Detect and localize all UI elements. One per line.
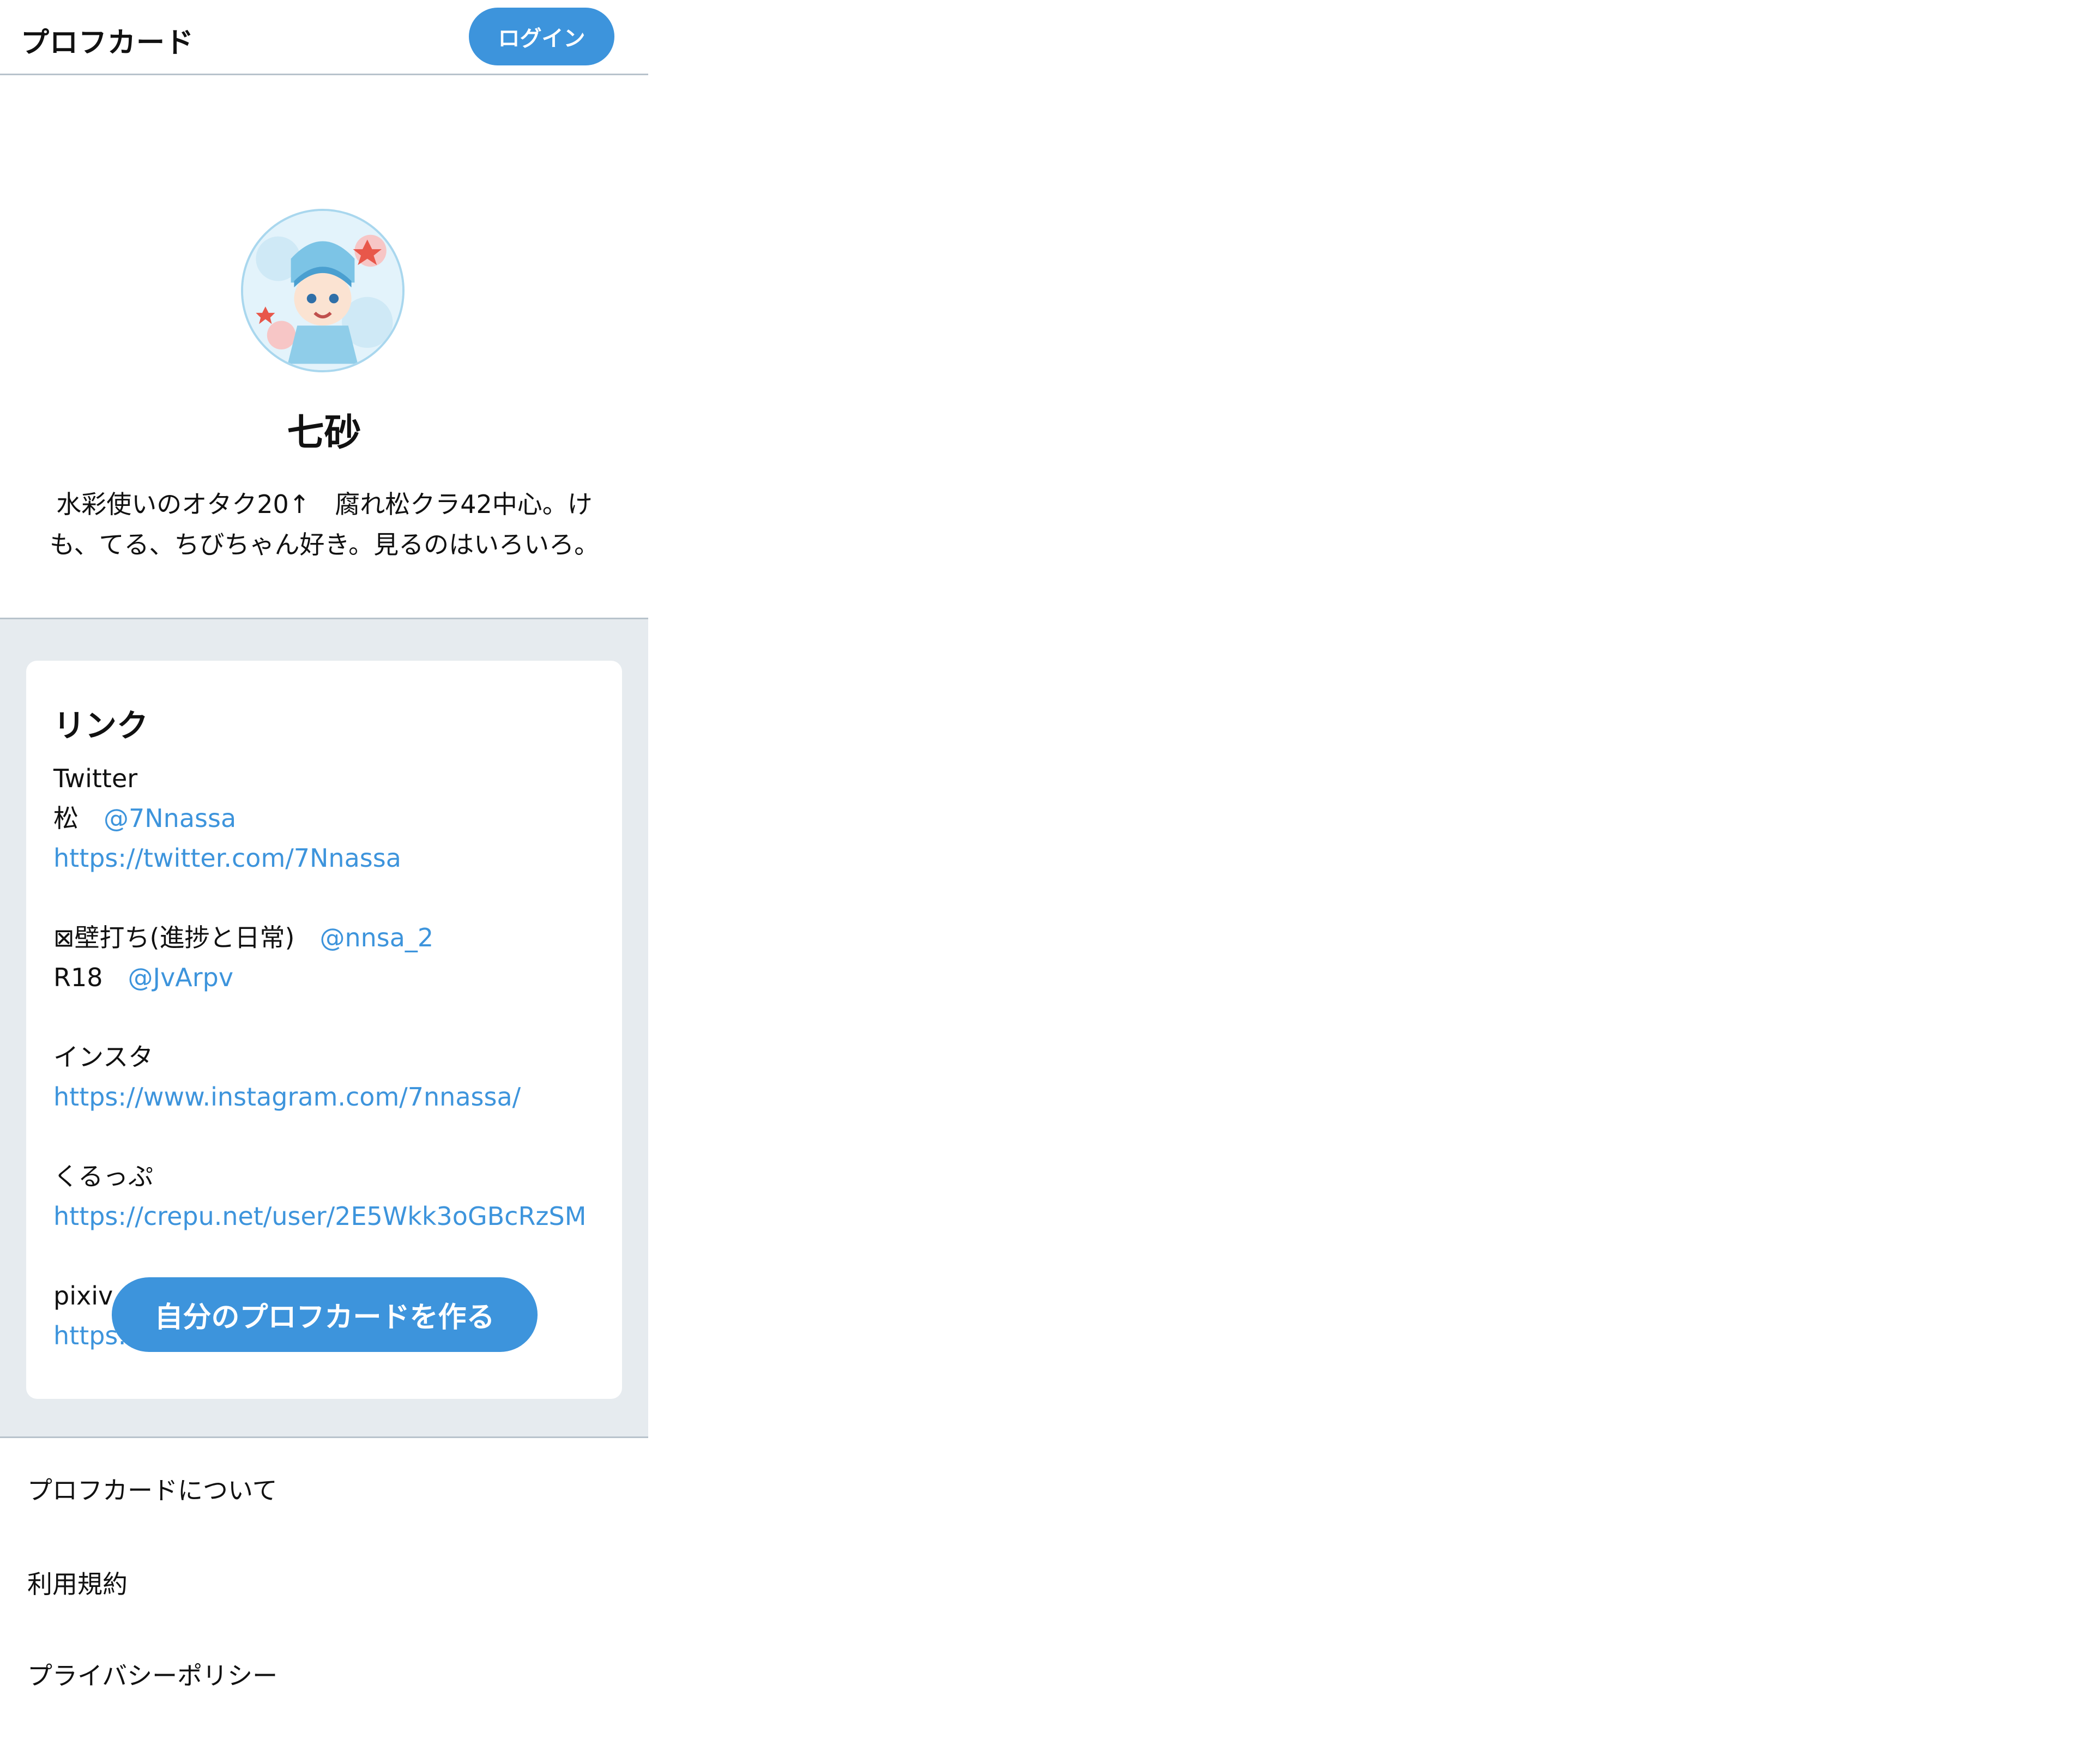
matsu-line: 松 @7Nnassa — [53, 799, 610, 838]
twitter-url-line: https://twitter.com/7Nnassa — [53, 838, 610, 878]
kabe-line: ⊠壁打ち(進捗と日常) @nnsa_2 — [53, 918, 610, 958]
bio-line: 水彩使いのオタク20↑ 腐れ松クラ42中心。け — [56, 490, 593, 519]
matsu-label: 松 — [53, 804, 79, 833]
profile-bio: 水彩使いのオタク20↑ 腐れ松クラ42中心。け も、てる、ちびちゃん好き。見るの… — [27, 484, 621, 565]
crepu-url-line: https://crepu.net/user/2E5Wkk3oGBcRzSM — [53, 1197, 610, 1236]
crepu-url-link[interactable]: https://crepu.net/user/2E5Wkk3oGBcRzSM — [53, 1202, 586, 1231]
profile-section: 七砂 水彩使いのオタク20↑ 腐れ松クラ42中心。け も、てる、ちびちゃん好き。… — [0, 75, 648, 619]
footer-link-privacy[interactable]: プライバシーポリシー — [27, 1656, 277, 1692]
twitter-label: Twitter — [53, 764, 138, 793]
kabe-label: ⊠壁打ち(進捗と日常) — [53, 923, 295, 952]
footer: プロフカードについて 利用規約 プライバシーポリシー — [0, 1438, 648, 1711]
profile-name: 七砂 — [287, 412, 361, 455]
insta-label: インスタ — [53, 1042, 154, 1072]
crepu-label: くるっぷ — [53, 1162, 154, 1191]
avatar-illustration — [243, 211, 402, 370]
avatar — [241, 209, 405, 372]
r18-line: R18 @JvArpv — [53, 958, 610, 998]
links-body: Twitter 松 @7Nnassa https://twitter.com/7N… — [53, 759, 610, 1356]
r18-label: R18 — [53, 963, 103, 992]
make-card-button[interactable]: 自分のプロフカードを作る — [112, 1277, 538, 1352]
app-header: プロフカード ログイン — [0, 0, 648, 75]
app-title[interactable]: プロフカード — [21, 20, 194, 61]
insta-url-link[interactable]: https://www.instagram.com/7nnassa/ — [53, 1082, 521, 1112]
r18-handle-link[interactable]: @JvArpv — [128, 963, 234, 992]
links-heading: リンク — [53, 707, 149, 744]
page: プロフカード ログイン 七砂 水彩使いのオタク20↑ 腐れ松クラ42中心。け も… — [0, 0, 648, 1763]
footer-link-about[interactable]: プロフカードについて — [27, 1471, 277, 1507]
insta-url-line: https://www.instagram.com/7nnassa/ — [53, 1077, 610, 1117]
kabe-handle-link[interactable]: @nnsa_2 — [319, 923, 433, 952]
bio-line: も、てる、ちびちゃん好き。見るのはいろいろ。 — [49, 530, 600, 559]
footer-link-terms[interactable]: 利用規約 — [27, 1565, 128, 1601]
matsu-handle-link[interactable]: @7Nnassa — [104, 804, 236, 833]
twitter-url-link[interactable]: https://twitter.com/7Nnassa — [53, 843, 401, 873]
login-button[interactable]: ログイン — [469, 8, 614, 65]
